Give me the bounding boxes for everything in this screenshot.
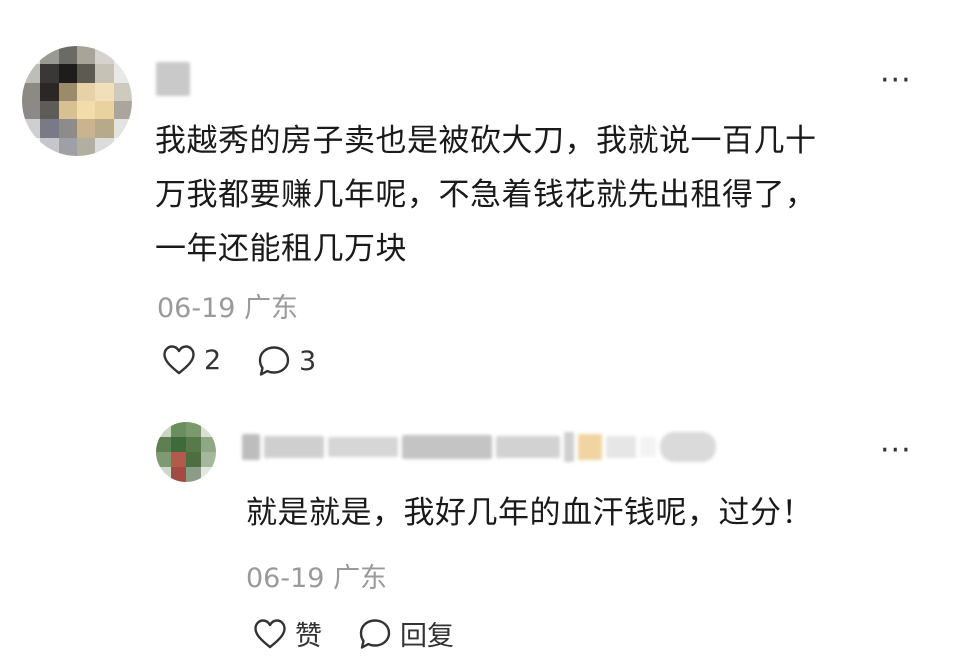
replier-username[interactable] bbox=[242, 432, 716, 462]
comment-text-line: 一年还能租几万块 bbox=[155, 231, 407, 267]
replier-avatar[interactable] bbox=[156, 422, 216, 482]
like-label: 赞 bbox=[295, 621, 322, 652]
reply-text: 就是就是，我好几年的血汗钱呢，过分！ bbox=[246, 495, 813, 531]
reply-reply-button[interactable]: 回复 bbox=[358, 614, 454, 653]
speech-bubble-icon bbox=[258, 346, 290, 376]
reply-meta: 06-19 广东 bbox=[246, 556, 387, 595]
comment-reply-button[interactable]: 3 bbox=[257, 344, 316, 378]
reply-count: 3 bbox=[299, 345, 317, 377]
comment-more-button[interactable]: ··· bbox=[880, 66, 912, 96]
heart-icon bbox=[163, 345, 195, 375]
reply-like-button[interactable]: 赞 bbox=[253, 614, 322, 653]
comment-text: 我越秀的房子卖也是被砍大刀，我就说一百几十 万我都要赚几年呢，不急着钱花就先出租… bbox=[155, 114, 915, 276]
commenter-avatar[interactable] bbox=[22, 46, 132, 156]
heart-icon bbox=[254, 618, 286, 648]
comment-like-button[interactable]: 2 bbox=[162, 344, 221, 376]
comment-date: 06-19 bbox=[157, 293, 236, 324]
reply-date: 06-19 bbox=[246, 563, 325, 594]
comment-meta: 06-19 广东 bbox=[157, 286, 298, 325]
more-icon: ··· bbox=[880, 63, 912, 98]
like-count: 2 bbox=[204, 344, 222, 376]
more-icon: ··· bbox=[880, 433, 912, 468]
reply-label: 回复 bbox=[400, 621, 454, 652]
commenter-username[interactable] bbox=[156, 62, 190, 96]
comment-location: 广东 bbox=[244, 293, 299, 324]
reply-location: 广东 bbox=[333, 563, 388, 594]
comment-text-line: 万我都要赚几年呢，不急着钱花就先出租得了， bbox=[155, 177, 817, 213]
reply-more-button[interactable]: ··· bbox=[880, 436, 912, 466]
speech-bubble-icon bbox=[359, 618, 391, 649]
comment-text-line: 我越秀的房子卖也是被砍大刀，我就说一百几十 bbox=[155, 123, 817, 159]
